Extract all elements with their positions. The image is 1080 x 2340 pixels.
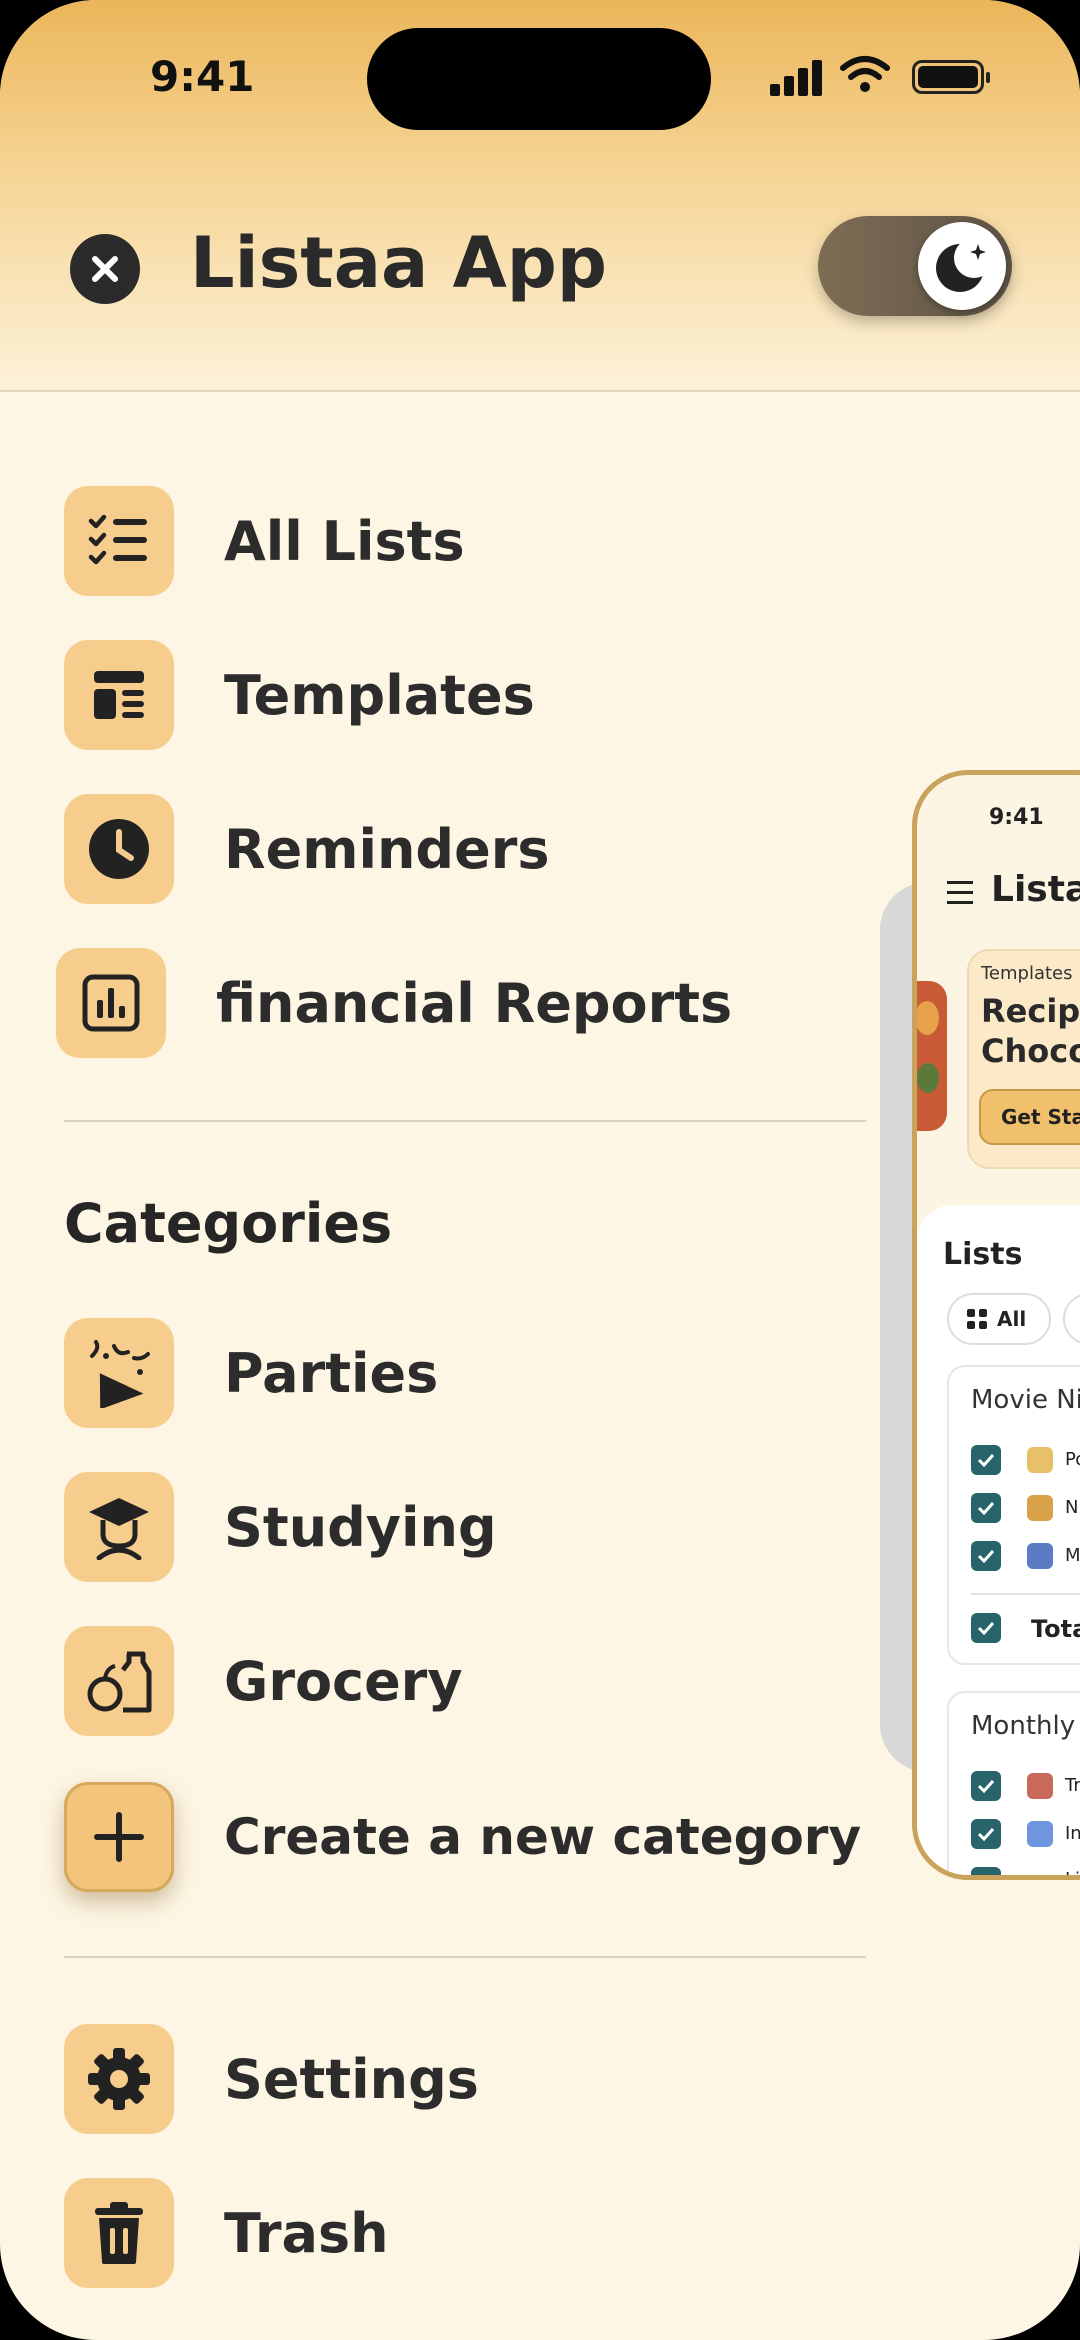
check-icon: [977, 1549, 995, 1563]
get-started-button[interactable]: Get Sta: [979, 1089, 1080, 1145]
moon-icon: [936, 238, 994, 292]
lists-title: Lists: [943, 1237, 1023, 1272]
close-button[interactable]: [70, 234, 140, 304]
checkbox[interactable]: [971, 1541, 1001, 1571]
close-icon: [92, 256, 118, 282]
menu-icon-box: [64, 486, 174, 596]
popcorn-icon: [1027, 1447, 1053, 1473]
hamburger-menu-icon[interactable]: [947, 881, 973, 911]
status-time: 9:41: [150, 52, 255, 101]
recipe-food-image: [917, 981, 947, 1131]
graduation-cap-icon: [89, 1498, 149, 1560]
battery-icon: [912, 60, 990, 94]
check-icon: [977, 1875, 995, 1880]
menu-item-label: financial Reports: [216, 971, 733, 1035]
list-item-text: Li: [1065, 1869, 1080, 1880]
create-icon-box: [64, 1782, 174, 1892]
menu-icon-box: [64, 794, 174, 904]
menu-icon-box: [64, 640, 174, 750]
check-icon: [977, 1827, 995, 1841]
cellular-signal-icon: [770, 58, 824, 96]
template-card-tag: Templates: [981, 963, 1073, 984]
menu-item-label: Reminders: [224, 817, 550, 881]
list-divider: [971, 1593, 1080, 1595]
menu-item-reminders[interactable]: Reminders: [64, 794, 549, 904]
preview-status-time: 9:41: [989, 805, 1044, 830]
menu-item-settings[interactable]: Settings: [64, 2024, 479, 2134]
list-card-title: Monthly: [971, 1711, 1076, 1741]
plus-icon: [94, 1812, 144, 1862]
checkbox[interactable]: [971, 1613, 1001, 1643]
toggle-knob: [918, 222, 1006, 310]
check-icon: [977, 1621, 995, 1635]
app-preview-panel[interactable]: 9:41 Listaa Templates Recipe Choco Get S…: [912, 770, 1080, 1880]
list-total: Tota: [1031, 1615, 1080, 1643]
wifi-shield-icon: [1027, 1821, 1053, 1847]
menu-item-trash[interactable]: Trash: [64, 2178, 389, 2288]
party-popper-icon: [90, 1340, 150, 1408]
menu-item-label: Settings: [224, 2047, 479, 2111]
checklist-icon: [88, 514, 147, 565]
menu-icon-box: [56, 948, 166, 1058]
category-item-label: Grocery: [224, 1649, 463, 1713]
dynamic-island: [367, 28, 711, 130]
gear-icon: [88, 2048, 150, 2110]
list-item-text: Tr: [1065, 1775, 1080, 1796]
list-item-text: Po: [1065, 1449, 1080, 1470]
list-item-text: In: [1065, 1823, 1080, 1844]
create-category-button[interactable]: Create a new category: [64, 1782, 861, 1892]
checkbox[interactable]: [971, 1445, 1001, 1475]
template-card-title-line2: Choco: [981, 1032, 1080, 1070]
checkbox[interactable]: [971, 1771, 1001, 1801]
menu-icon-box: [64, 2024, 174, 2134]
header: 9:41 Listaa App: [0, 0, 1080, 392]
category-item-studying[interactable]: Studying: [64, 1472, 497, 1582]
menu-icon-box: [64, 1318, 174, 1428]
dark-mode-toggle[interactable]: [818, 216, 1012, 316]
wifi-icon: [840, 56, 890, 92]
train-icon: [1027, 1773, 1053, 1799]
trash-icon: [95, 2202, 143, 2264]
grid-icon: [967, 1309, 987, 1329]
peanut-icon: [1027, 1495, 1053, 1521]
check-icon: [977, 1779, 995, 1793]
template-card-title-line1: Recipe: [981, 992, 1080, 1030]
menu-icon-box: [64, 1626, 174, 1736]
checkbox[interactable]: [971, 1493, 1001, 1523]
list-card-title: Movie Ni: [971, 1385, 1080, 1415]
check-icon: [977, 1453, 995, 1467]
template-icon: [94, 671, 144, 719]
menu-item-templates[interactable]: Templates: [64, 640, 535, 750]
menu-item-label: Templates: [224, 663, 535, 727]
category-item-parties[interactable]: Parties: [64, 1318, 438, 1428]
divider: [64, 1956, 866, 1958]
category-item-label: Parties: [224, 1341, 439, 1405]
menu-item-label: All Lists: [224, 509, 465, 573]
filter-chip-label: All: [997, 1307, 1027, 1331]
filter-chip-all[interactable]: All: [947, 1293, 1051, 1345]
category-item-label: Studying: [224, 1495, 497, 1559]
app-title: Listaa App: [190, 222, 607, 304]
menu-item-all-lists[interactable]: All Lists: [64, 486, 465, 596]
divider: [64, 1120, 866, 1122]
categories-title: Categories: [64, 1192, 393, 1255]
preview-title: Listaa: [991, 869, 1080, 910]
check-icon: [977, 1501, 995, 1515]
list-item-text: N: [1065, 1497, 1079, 1518]
menu-item-label: Trash: [224, 2201, 389, 2265]
category-item-grocery[interactable]: Grocery: [64, 1626, 463, 1736]
milk-icon: [1027, 1543, 1053, 1569]
checkbox[interactable]: [971, 1819, 1001, 1849]
checkbox[interactable]: [971, 1867, 1001, 1880]
app-screen: 9:41 Listaa App All Lists Templates Remi…: [0, 0, 1080, 2340]
template-card-title: Recipe Choco: [981, 991, 1080, 1071]
clock-icon: [89, 819, 149, 879]
bar-chart-icon: [82, 974, 140, 1032]
menu-item-financial-reports[interactable]: financial Reports: [56, 948, 732, 1058]
menu-icon-box: [64, 2178, 174, 2288]
grocery-icon: [87, 1651, 152, 1713]
create-category-label: Create a new category: [224, 1808, 862, 1866]
list-item-text: M: [1065, 1545, 1080, 1566]
menu-icon-box: [64, 1472, 174, 1582]
